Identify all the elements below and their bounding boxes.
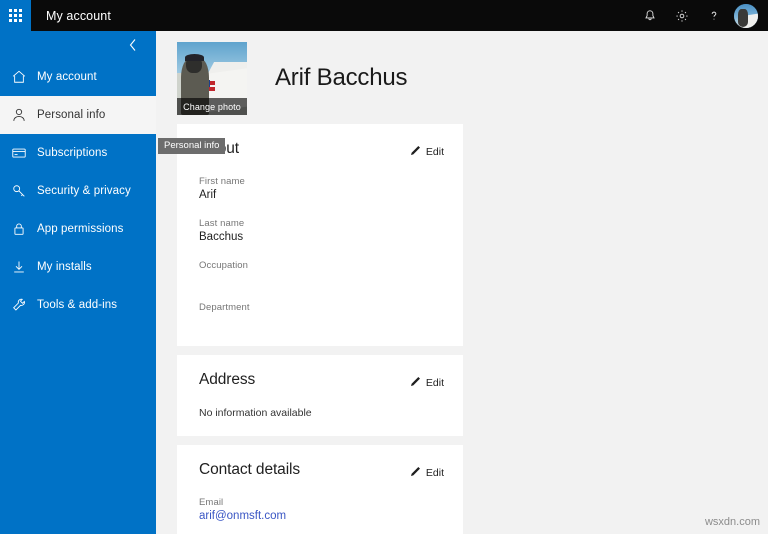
field-value bbox=[199, 314, 444, 329]
edit-contact-button[interactable]: Edit bbox=[410, 464, 444, 482]
about-card: About Edit First name Arif bbox=[177, 124, 463, 346]
watermark: wsxdn.com bbox=[704, 516, 760, 528]
sidebar-item-my-account[interactable]: My account bbox=[0, 58, 156, 96]
sidebar-item-label: Security & privacy bbox=[37, 185, 131, 197]
sidebar-item-security-privacy[interactable]: Security & privacy bbox=[0, 172, 156, 210]
field-last-name: Last name Bacchus bbox=[199, 217, 444, 245]
edit-about-button[interactable]: Edit bbox=[410, 143, 444, 161]
photo-person-cap bbox=[184, 53, 205, 61]
person-icon bbox=[11, 107, 37, 123]
sidebar-item-label: Personal info bbox=[37, 109, 106, 121]
pencil-icon bbox=[410, 464, 421, 482]
address-card-title: Address bbox=[199, 371, 256, 388]
contact-card-header: Contact details Edit bbox=[199, 461, 444, 482]
notifications-icon[interactable] bbox=[634, 0, 666, 31]
wrench-icon bbox=[11, 297, 37, 313]
change-photo-label[interactable]: Change photo bbox=[177, 98, 247, 115]
edit-about-label: Edit bbox=[425, 146, 444, 158]
field-occupation: Occupation bbox=[199, 259, 444, 287]
field-first-name: First name Arif bbox=[199, 175, 444, 203]
sidebar-item-label: My installs bbox=[37, 261, 92, 273]
key-icon bbox=[11, 183, 37, 199]
top-bar-actions bbox=[634, 0, 768, 31]
top-app-bar: My account bbox=[0, 0, 768, 31]
about-card-header: About Edit bbox=[199, 140, 444, 161]
sidebar-item-app-permissions[interactable]: App permissions bbox=[0, 210, 156, 248]
sidebar-item-my-installs[interactable]: My installs bbox=[0, 248, 156, 286]
address-card: Address Edit No information available bbox=[177, 355, 463, 436]
waffle-grid bbox=[9, 9, 22, 22]
email-link[interactable]: arif@onmsft.com bbox=[199, 509, 444, 524]
field-label: Last name bbox=[199, 218, 245, 229]
field-label: Email bbox=[199, 497, 224, 508]
chevron-left-icon[interactable] bbox=[124, 36, 142, 54]
address-empty-note: No information available bbox=[199, 407, 312, 419]
sidebar-item-label: Tools & add-ins bbox=[37, 299, 118, 311]
info-cards: About Edit First name Arif bbox=[156, 124, 768, 534]
my-account-page: My account My account Personal info Subs… bbox=[0, 0, 768, 534]
page-title: Arif Bacchus bbox=[275, 64, 408, 91]
field-department: Department bbox=[199, 301, 444, 329]
home-icon bbox=[11, 69, 37, 85]
avatar[interactable] bbox=[734, 3, 758, 28]
sidebar-item-label: My account bbox=[37, 71, 97, 83]
help-icon[interactable] bbox=[698, 0, 730, 31]
tooltip-personal-info: Personal info bbox=[158, 138, 226, 154]
contact-card-title: Contact details bbox=[199, 461, 301, 478]
field-email: Email arif@onmsft.com bbox=[199, 496, 444, 524]
field-label: Department bbox=[199, 302, 250, 313]
sidebar-item-tools-add-ins[interactable]: Tools & add-ins bbox=[0, 286, 156, 324]
sidebar-item-label: Subscriptions bbox=[37, 147, 108, 159]
field-value: Arif bbox=[199, 189, 217, 201]
edit-contact-label: Edit bbox=[425, 467, 444, 479]
address-card-header: Address Edit bbox=[199, 371, 444, 392]
sidebar-item-subscriptions[interactable]: Subscriptions bbox=[0, 134, 156, 172]
main-content: Change photo Arif Bacchus About Edit bbox=[156, 31, 768, 534]
app-launcher-waffle-icon[interactable] bbox=[0, 0, 31, 31]
sidebar-collapse-row bbox=[0, 31, 156, 58]
field-value: Bacchus bbox=[199, 231, 244, 243]
edit-address-label: Edit bbox=[425, 377, 444, 389]
sidebar-item-label: App permissions bbox=[37, 223, 124, 235]
field-label: First name bbox=[199, 176, 245, 187]
profile-photo[interactable]: Change photo bbox=[177, 42, 247, 115]
avatar-person-shape bbox=[737, 9, 748, 27]
download-icon bbox=[11, 259, 37, 275]
contact-details-card: Contact details Edit Email arif@onmsft.c… bbox=[177, 445, 463, 534]
field-value bbox=[199, 272, 444, 287]
field-label: Occupation bbox=[199, 260, 249, 271]
profile-header: Change photo Arif Bacchus bbox=[156, 31, 768, 124]
pencil-icon bbox=[410, 374, 421, 392]
settings-gear-icon[interactable] bbox=[666, 0, 698, 31]
app-title: My account bbox=[46, 8, 111, 23]
sidebar-navigation: My account Personal info Subscriptions S… bbox=[0, 31, 156, 534]
pencil-icon bbox=[410, 143, 421, 161]
credit-card-icon bbox=[11, 145, 37, 161]
edit-address-button[interactable]: Edit bbox=[410, 374, 444, 392]
sidebar-item-personal-info[interactable]: Personal info bbox=[0, 96, 156, 134]
lock-icon bbox=[11, 221, 37, 237]
